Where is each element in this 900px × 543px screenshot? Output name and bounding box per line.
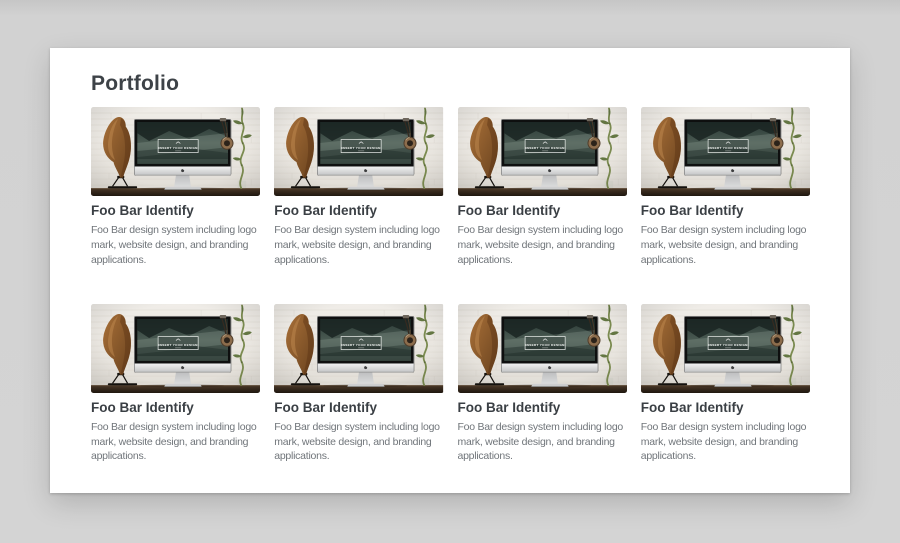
project-title: Foo Bar Identify <box>458 400 627 416</box>
project-description: Foo Bar design system including logo mar… <box>458 420 627 464</box>
project-description: Foo Bar design system including logo mar… <box>641 420 810 464</box>
project-thumbnail[interactable] <box>274 304 443 393</box>
project-title: Foo Bar Identify <box>641 203 810 219</box>
portfolio-card: Foo Bar Identify Foo Bar design system i… <box>91 107 260 267</box>
imac-desk-photo <box>641 304 810 393</box>
portfolio-card: Foo Bar Identify Foo Bar design system i… <box>458 304 627 464</box>
portfolio-card: Foo Bar Identify Foo Bar design system i… <box>641 107 810 267</box>
project-title: Foo Bar Identify <box>274 203 443 219</box>
project-title: Foo Bar Identify <box>91 400 260 416</box>
project-title: Foo Bar Identify <box>274 400 443 416</box>
project-thumbnail[interactable] <box>91 107 260 196</box>
portfolio-grid: Foo Bar Identify Foo Bar design system i… <box>91 107 810 464</box>
portfolio-card: Foo Bar Identify Foo Bar design system i… <box>91 304 260 464</box>
project-description: Foo Bar design system including logo mar… <box>274 420 443 464</box>
project-thumbnail[interactable] <box>641 107 810 196</box>
project-title: Foo Bar Identify <box>458 203 627 219</box>
project-description: Foo Bar design system including logo mar… <box>274 223 443 267</box>
project-description: Foo Bar design system including logo mar… <box>458 223 627 267</box>
project-thumbnail[interactable] <box>91 304 260 393</box>
imac-desk-photo <box>458 107 627 196</box>
project-thumbnail[interactable] <box>458 107 627 196</box>
portfolio-card: Foo Bar Identify Foo Bar design system i… <box>458 107 627 267</box>
desktop-background: Portfolio Foo Bar Identify Foo Bar desig… <box>0 0 900 543</box>
project-thumbnail[interactable] <box>274 107 443 196</box>
portfolio-card: Foo Bar Identify Foo Bar design system i… <box>274 304 443 464</box>
project-thumbnail[interactable] <box>458 304 627 393</box>
portfolio-card: Foo Bar Identify Foo Bar design system i… <box>641 304 810 464</box>
project-description: Foo Bar design system including logo mar… <box>91 420 260 464</box>
portfolio-card: Foo Bar Identify Foo Bar design system i… <box>274 107 443 267</box>
portfolio-panel: Portfolio Foo Bar Identify Foo Bar desig… <box>50 48 850 493</box>
imac-desk-photo <box>458 304 627 393</box>
imac-desk-photo <box>91 107 260 196</box>
imac-desk-photo <box>91 304 260 393</box>
imac-desk-photo <box>274 304 443 393</box>
imac-desk-photo <box>641 107 810 196</box>
project-thumbnail[interactable] <box>641 304 810 393</box>
project-description: Foo Bar design system including logo mar… <box>641 223 810 267</box>
imac-desk-photo <box>274 107 443 196</box>
project-description: Foo Bar design system including logo mar… <box>91 223 260 267</box>
project-title: Foo Bar Identify <box>91 203 260 219</box>
project-title: Foo Bar Identify <box>641 400 810 416</box>
page-title: Portfolio <box>91 72 810 96</box>
